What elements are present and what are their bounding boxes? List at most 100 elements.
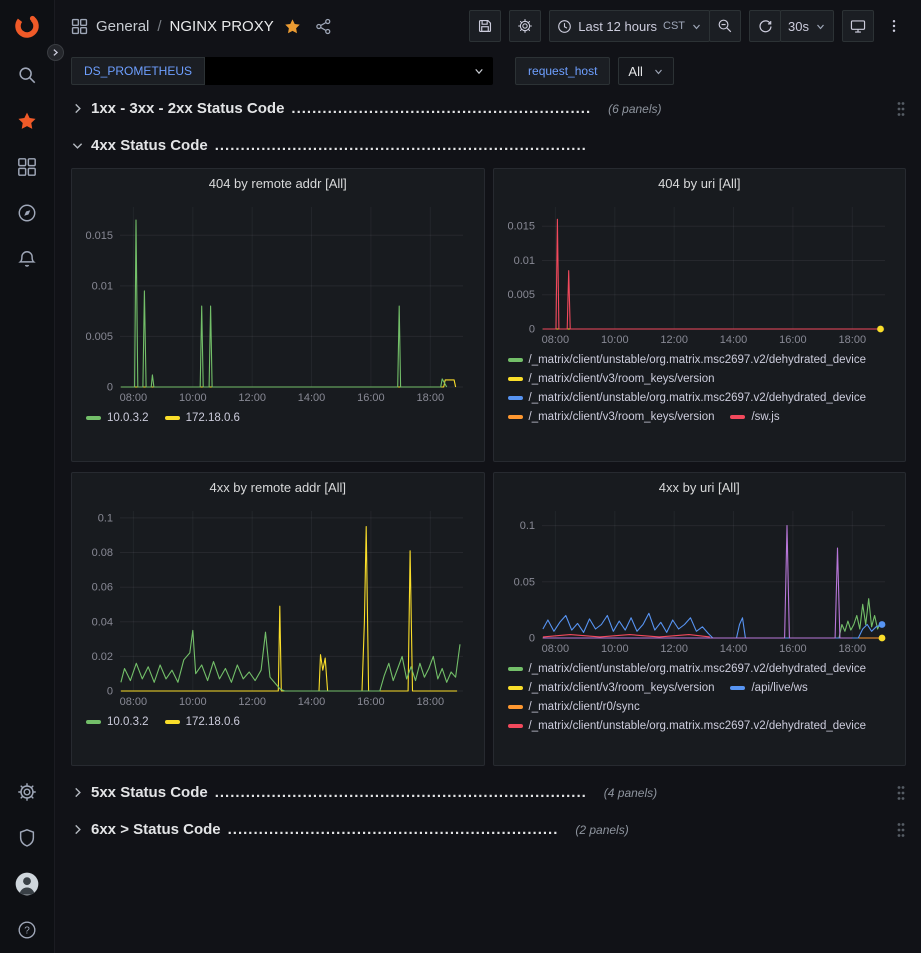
gear-icon [517, 18, 533, 34]
zoom-out-time-button[interactable] [709, 10, 741, 42]
svg-text:0.01: 0.01 [92, 280, 113, 292]
series-label: /_matrix/client/unstable/org.matrix.msc2… [529, 392, 867, 404]
timeseries-chart[interactable]: 08:0010:0012:0014:0016:0018:0000.050.1 [502, 501, 897, 656]
legend-item[interactable]: /_matrix/client/unstable/org.matrix.msc2… [508, 392, 867, 404]
sidebar-item-configuration[interactable] [0, 769, 55, 815]
sidebar-item-server-admin[interactable] [0, 815, 55, 861]
legend-item[interactable]: /_matrix/client/v3/room_keys/version [508, 411, 715, 423]
panel-title[interactable]: 4xx by remote addr [All] [72, 473, 484, 501]
svg-text:14:00: 14:00 [719, 643, 747, 655]
svg-text:16:00: 16:00 [357, 696, 385, 708]
variable-datasource-select[interactable] [205, 57, 493, 85]
legend-item[interactable]: /_matrix/client/unstable/org.matrix.msc2… [508, 663, 867, 675]
panel-body: 08:0010:0012:0014:0016:0018:0000.050.1 /… [494, 501, 906, 765]
sidebar-item-alerting[interactable] [0, 236, 55, 282]
series-label: /_matrix/client/v3/room_keys/version [529, 373, 715, 385]
refresh-interval-select[interactable]: 30s [780, 10, 834, 42]
apps-icon [71, 18, 88, 35]
svg-text:0.02: 0.02 [92, 651, 113, 663]
dashboard-settings-button[interactable] [509, 10, 541, 42]
time-range-picker[interactable]: Last 12 hours CST [549, 10, 710, 42]
series-label: /_matrix/client/unstable/org.matrix.msc2… [529, 663, 867, 675]
share-dashboard-button[interactable] [315, 18, 332, 35]
variable-label-datasource[interactable]: DS_PROMETHEUS [71, 57, 205, 85]
chevron-right-icon [71, 823, 84, 836]
timeseries-chart[interactable]: 08:0010:0012:0014:0016:0018:0000.0050.01… [502, 197, 897, 347]
sidebar-item-dashboards[interactable] [0, 144, 55, 190]
dashboard-title[interactable]: NGINX PROXY [170, 18, 274, 35]
series-color-swatch [165, 720, 180, 724]
svg-text:0.005: 0.005 [85, 331, 113, 343]
header-actions: Last 12 hours CST [469, 10, 906, 42]
chevron-down-icon [71, 139, 84, 152]
chevron-down-icon [815, 21, 826, 32]
row-drag-handle[interactable] [896, 101, 906, 117]
row-header-1xx-3xx-2xx[interactable]: 1xx - 3xx - 2xx Status Code ............… [71, 95, 906, 122]
row-title-dots: ........................................… [215, 784, 587, 801]
series-color-swatch [508, 686, 523, 690]
svg-text:08:00: 08:00 [541, 643, 569, 655]
legend-item[interactable]: 172.18.0.6 [165, 412, 240, 424]
sidebar-item-help[interactable]: ? [0, 907, 55, 953]
series-color-swatch [508, 396, 523, 400]
kebab-icon [886, 18, 902, 34]
svg-text:16:00: 16:00 [357, 392, 385, 404]
sidebar-item-starred[interactable] [0, 98, 55, 144]
panel-title[interactable]: 4xx by uri [All] [494, 473, 906, 501]
legend-item[interactable]: 172.18.0.6 [165, 716, 240, 728]
svg-text:14:00: 14:00 [298, 696, 326, 708]
svg-text:12:00: 12:00 [238, 392, 266, 404]
breadcrumb-section[interactable]: General [96, 18, 149, 35]
series-label: /_matrix/client/r0/sync [529, 701, 640, 713]
panel-title[interactable]: 404 by remote addr [All] [72, 169, 484, 197]
chevron-down-icon [473, 65, 485, 77]
legend-item[interactable]: 10.0.3.2 [86, 412, 149, 424]
timeseries-chart[interactable]: 08:0010:0012:0014:0016:0018:0000.020.040… [80, 501, 475, 709]
sidebar-item-explore[interactable] [0, 190, 55, 236]
sidebar-item-search[interactable] [0, 52, 55, 98]
variable-label-request-host[interactable]: request_host [515, 57, 610, 85]
variable-request-host-select[interactable]: All [618, 57, 673, 85]
timeseries-chart[interactable]: 08:0010:0012:0014:0016:0018:0000.0050.01… [80, 197, 475, 405]
svg-text:10:00: 10:00 [179, 392, 207, 404]
svg-text:14:00: 14:00 [719, 334, 747, 346]
apps-icon [17, 157, 37, 177]
more-options-button[interactable] [882, 10, 906, 42]
legend-item[interactable]: /api/live/ws [730, 682, 807, 694]
legend-item[interactable]: /_matrix/client/unstable/org.matrix.msc2… [508, 354, 867, 366]
legend-item[interactable]: /sw.js [730, 411, 779, 423]
row-drag-handle[interactable] [896, 785, 906, 801]
svg-text:?: ? [24, 926, 30, 937]
series-label: 172.18.0.6 [186, 412, 240, 424]
panel-4xx-by-uri: 4xx by uri [All] 08:0010:0012:0014:0016:… [493, 472, 907, 766]
svg-text:08:00: 08:00 [120, 696, 148, 708]
favorite-star-button[interactable] [284, 18, 301, 35]
panel-legend: 10.0.3.2 172.18.0.6 [80, 716, 476, 761]
sidebar-item-profile[interactable] [0, 861, 55, 907]
legend-item[interactable]: /_matrix/client/unstable/org.matrix.msc2… [508, 720, 867, 732]
timezone-label: CST [663, 20, 685, 32]
legend-item[interactable]: 10.0.3.2 [86, 716, 149, 728]
row-header-6xx[interactable]: 6xx > Status Code ......................… [71, 816, 906, 843]
row-header-5xx[interactable]: 5xx Status Code ........................… [71, 779, 906, 806]
refresh-dashboard-button[interactable] [749, 10, 781, 42]
star-icon [17, 111, 37, 131]
save-dashboard-button[interactable] [469, 10, 501, 42]
tv-mode-button[interactable] [842, 10, 874, 42]
svg-text:0.1: 0.1 [519, 520, 534, 532]
grafana-logo[interactable] [0, 0, 55, 52]
sidebar-expand-button[interactable] [47, 44, 64, 61]
legend-item[interactable]: /_matrix/client/v3/room_keys/version [508, 373, 715, 385]
legend-item[interactable]: /_matrix/client/v3/room_keys/version [508, 682, 715, 694]
legend-item[interactable]: /_matrix/client/r0/sync [508, 701, 640, 713]
series-color-swatch [165, 416, 180, 420]
svg-text:0.06: 0.06 [92, 582, 113, 594]
series-color-swatch [730, 686, 745, 690]
row-drag-handle[interactable] [896, 822, 906, 838]
row-title: 4xx Status Code [91, 137, 208, 154]
panel-title[interactable]: 404 by uri [All] [494, 169, 906, 197]
series-color-swatch [730, 415, 745, 419]
svg-text:10:00: 10:00 [601, 334, 629, 346]
svg-text:0.05: 0.05 [513, 576, 534, 588]
row-header-4xx[interactable]: 4xx Status Code ........................… [71, 132, 906, 159]
